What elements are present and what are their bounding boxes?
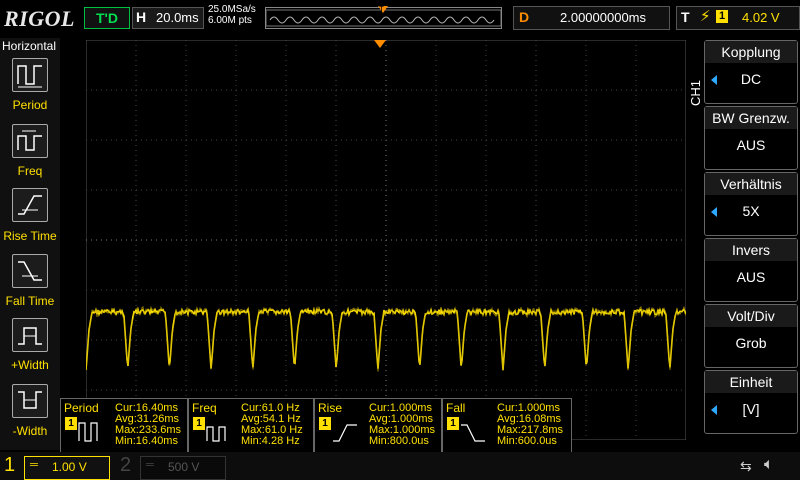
brand-logo: RIGOL [4, 6, 75, 31]
invert-button[interactable]: Invers AUS [704, 238, 798, 302]
frequency-button[interactable] [12, 124, 48, 158]
rise-time-icon [18, 195, 42, 215]
positive-width-button[interactable] [12, 318, 48, 352]
period-button[interactable] [12, 58, 48, 92]
measurement-name: Period [64, 401, 99, 415]
period-icon [17, 65, 42, 88]
ch2-number[interactable]: 2 [120, 454, 131, 477]
ch1-coupling-icon: ═ [30, 459, 38, 471]
measurement-name: Fall [446, 401, 466, 415]
measurement-min: Min:600.0us [497, 435, 557, 447]
timebase-value: 20.0ms [156, 10, 199, 25]
measurement-source-badge: 1 [447, 417, 459, 430]
period-icon [78, 422, 98, 442]
sample-rate: 25.0MSa/s [208, 4, 256, 15]
rise-time-label: Rise Time [3, 229, 57, 243]
bandwidth-limit-button[interactable]: BW Grenzw. AUS [704, 106, 798, 170]
measurement-min: Min:800.0us [369, 435, 429, 447]
rise-time-icon [333, 424, 357, 442]
fall-time-button[interactable] [12, 254, 48, 288]
coupling-button[interactable]: Kopplung DC [704, 40, 798, 104]
trigger-level: 4.02 V [742, 10, 780, 25]
ch1-number[interactable]: 1 [4, 454, 15, 477]
measurement-source-badge: 1 [319, 417, 331, 430]
channel-label: CH1 [688, 80, 703, 107]
frequency-icon [206, 426, 226, 442]
period-label: Period [12, 98, 48, 112]
measurement-min: Min:4.28 Hz [241, 435, 300, 447]
probe-ratio-button[interactable]: Verhältnis 5X [704, 172, 798, 236]
rise-time-button[interactable] [12, 188, 48, 222]
ch2-coupling-icon: ═ [146, 459, 154, 471]
trigger-marker-letter: T [379, 5, 384, 14]
measurement-period[interactable]: Period 1 Cur:16.40ms Avg:31.26ms Max:233… [60, 398, 188, 454]
measurement-min: Min:16.40ms [115, 435, 178, 447]
invert-title: Invers [705, 239, 797, 261]
measurement-name: Rise [318, 401, 343, 415]
probe-ratio-value: 5X [742, 203, 760, 219]
delay-value: 2.00000000ms [560, 10, 647, 25]
left-menu-title: Horizontal [2, 39, 57, 53]
measurement-source-badge: 1 [65, 417, 77, 430]
frequency-icon [17, 130, 42, 151]
volts-div-button[interactable]: Volt/Div Grob [704, 304, 798, 368]
volts-div-value: Grob [735, 335, 767, 351]
frequency-label: Freq [17, 164, 43, 178]
measurement-frequency[interactable]: Freq 1 Cur:61.0 Hz Avg:54.1 Hz Max:61.0 … [188, 398, 314, 454]
positive-width-icon [18, 327, 42, 345]
measurement-rise[interactable]: Rise 1 Cur:1.000ms Avg:1.000ms Max:1.000… [314, 398, 442, 454]
measurement-fall[interactable]: Fall 1 Cur:1.000ms Avg:16.08ms Max:217.8… [442, 398, 572, 454]
negative-width-icon [18, 391, 42, 409]
trigger-box[interactable] [676, 6, 800, 30]
fall-time-icon [18, 261, 42, 281]
volts-div-title: Volt/Div [705, 305, 797, 327]
coupling-title: Kopplung [705, 41, 797, 63]
waveform-display[interactable] [86, 40, 686, 440]
delay-label: D [519, 9, 530, 25]
trigger-status-badge: T'D [84, 7, 130, 29]
speaker-mute-icon[interactable]: 🔈︎ [764, 456, 774, 474]
unit-title: Einheit [705, 371, 797, 393]
bandwidth-limit-value: AUS [736, 137, 766, 153]
unit-button[interactable]: Einheit [V] [704, 370, 798, 434]
negative-width-label: -Width [12, 424, 48, 438]
measurement-source-badge: 1 [193, 417, 205, 430]
fall-time-label: Fall Time [5, 294, 55, 308]
measurement-name: Freq [192, 401, 217, 415]
trigger-source-badge: 1 [716, 10, 728, 23]
unit-value: [V] [742, 401, 760, 417]
coupling-value: DC [740, 71, 762, 87]
positive-width-label: +Width [11, 358, 49, 372]
ch1-scale: 1.00 V [52, 460, 87, 474]
fall-time-icon [461, 424, 485, 442]
usb-icon: ⇆ [740, 458, 752, 474]
trigger-label: T [681, 9, 690, 25]
horizontal-label: H [136, 9, 147, 25]
negative-width-button[interactable] [12, 384, 48, 418]
memory-depth: 6.00M pts [208, 15, 252, 26]
probe-ratio-title: Verhältnis [705, 173, 797, 195]
invert-value: AUS [736, 269, 766, 285]
rising-edge-icon: ⚡︎ [700, 8, 711, 25]
bandwidth-limit-title: BW Grenzw. [705, 107, 797, 129]
ch2-scale: 500 V [168, 460, 200, 474]
